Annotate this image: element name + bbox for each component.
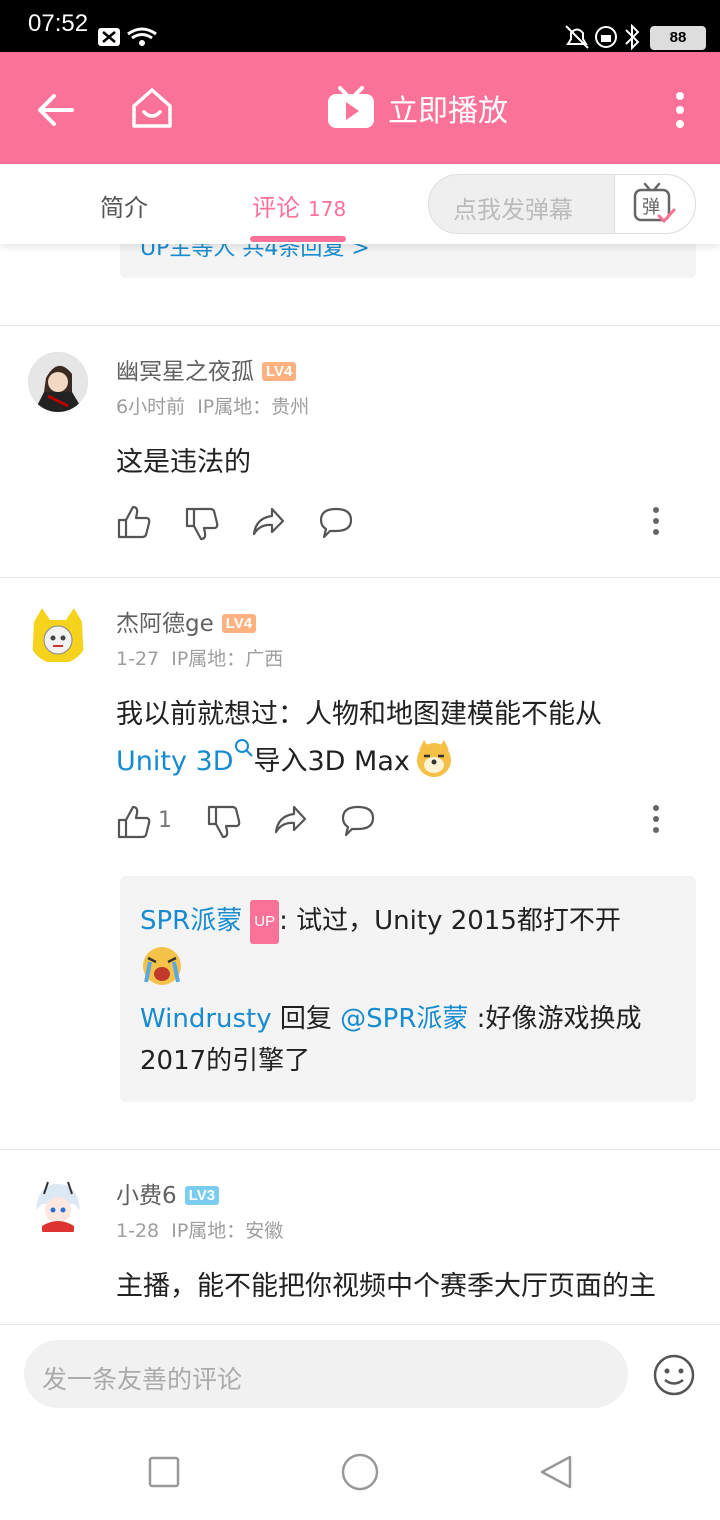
doge-emoji-icon bbox=[416, 740, 451, 777]
reply-username[interactable]: SPR派蒙 bbox=[140, 906, 242, 936]
username[interactable]: 杰阿德ge bbox=[116, 611, 214, 637]
comment-text: 我以前就想过：人物和地图建模能不能从 Unity 3D 导入3D Max bbox=[116, 692, 696, 785]
reply-text-line2: 2017的引擎了 bbox=[140, 1046, 311, 1076]
reply-keyword: 回复 bbox=[271, 1004, 341, 1034]
crying-emoji-wrap bbox=[140, 944, 680, 1001]
comment-time: 6小时前 bbox=[116, 396, 186, 418]
back-arrow-icon[interactable] bbox=[36, 90, 76, 130]
comment-input[interactable]: 发一条友善的评论 bbox=[24, 1340, 628, 1408]
reply-text: :好像游戏换成 bbox=[468, 1004, 642, 1034]
status-bar: 07:52 88 bbox=[0, 0, 720, 52]
comment-text-line1: 我以前就想过：人物和地图建模能不能从 bbox=[116, 699, 602, 730]
status-time: 07:52 bbox=[28, 10, 89, 37]
system-icons bbox=[565, 24, 640, 50]
level-badge: LV3 bbox=[184, 1186, 220, 1205]
divider bbox=[0, 325, 720, 326]
up-badge: UP bbox=[250, 900, 280, 944]
danmaku-tv-icon: 弹 bbox=[633, 182, 676, 224]
tv-play-icon bbox=[328, 86, 374, 128]
reply-icon[interactable] bbox=[340, 802, 376, 838]
comment-time: 1-27 bbox=[116, 648, 160, 670]
emoji-picker-icon[interactable] bbox=[652, 1353, 696, 1397]
ip-location: IP属地：广西 bbox=[171, 648, 284, 670]
avatar[interactable] bbox=[28, 604, 88, 664]
comment-meta: 6小时前 IP属地：贵州 bbox=[116, 392, 309, 419]
keyword-link[interactable]: Unity 3D bbox=[116, 746, 234, 777]
comment-header: 幽冥星之夜孤 LV4 bbox=[116, 352, 297, 386]
comment-input-placeholder: 发一条友善的评论 bbox=[42, 1365, 243, 1394]
share-icon[interactable] bbox=[272, 802, 308, 838]
app-bar: 立即播放 bbox=[0, 52, 720, 164]
ip-location: IP属地：贵州 bbox=[197, 396, 310, 418]
level-badge: LV4 bbox=[262, 362, 297, 381]
system-nav-bar bbox=[0, 1424, 720, 1520]
tab-active-indicator bbox=[250, 236, 346, 242]
comments-count: 178 bbox=[308, 197, 347, 221]
recent-apps-icon[interactable] bbox=[148, 1456, 180, 1488]
reply-icon[interactable] bbox=[318, 504, 354, 540]
comment-text-line2: Unity 3D 导入3D Max bbox=[116, 738, 696, 785]
username[interactable]: 幽冥星之夜孤 bbox=[116, 359, 254, 385]
sub-replies-box[interactable]: SPR派蒙 UP: 试过，Unity 2015都打不开 Windrusty 回复 … bbox=[120, 876, 696, 1102]
comment-time: 1-28 bbox=[116, 1220, 160, 1242]
danmaku-btn-label: 弹 bbox=[642, 197, 660, 218]
more-vertical-icon[interactable] bbox=[668, 90, 692, 130]
comment-header: 小费6 LV3 bbox=[116, 1176, 220, 1210]
avatar[interactable] bbox=[28, 352, 88, 412]
dislike-icon[interactable] bbox=[184, 506, 220, 542]
comment-header: 杰阿德ge LV4 bbox=[116, 604, 257, 638]
home-nav-icon[interactable] bbox=[340, 1452, 380, 1492]
search-icon[interactable] bbox=[234, 738, 254, 762]
tab-comments-label: 评论 bbox=[252, 194, 300, 222]
comment-meta: 1-27 IP属地：广西 bbox=[116, 644, 283, 671]
tab-bar: 简介 评论 178 点我发弹幕 弹 bbox=[0, 164, 720, 244]
divider bbox=[0, 1149, 720, 1150]
divider bbox=[0, 577, 720, 578]
home-icon[interactable] bbox=[130, 86, 174, 130]
avatar-image bbox=[28, 604, 88, 664]
ip-location: IP属地：安徽 bbox=[171, 1220, 284, 1242]
danmaku-toggle-button[interactable]: 弹 bbox=[614, 174, 696, 234]
play-now-title[interactable]: 立即播放 bbox=[388, 86, 508, 130]
comment-text-after-link: 导入3D Max bbox=[253, 746, 410, 777]
avatar-image bbox=[28, 352, 88, 412]
battery-indicator: 88 bbox=[650, 26, 706, 50]
more-options-icon[interactable] bbox=[646, 804, 666, 834]
mention-link[interactable]: @SPR派蒙 bbox=[340, 1004, 468, 1034]
more-options-icon[interactable] bbox=[646, 506, 666, 536]
back-nav-icon[interactable] bbox=[538, 1454, 574, 1490]
tab-comments[interactable]: 评论 178 bbox=[252, 188, 346, 223]
share-icon[interactable] bbox=[250, 504, 286, 540]
comment-text: 主播，能不能把你视频中个赛季大厅页面的主 bbox=[116, 1271, 656, 1302]
reply-username[interactable]: Windrusty bbox=[140, 1004, 272, 1034]
notification-icons bbox=[98, 27, 157, 46]
tab-intro[interactable]: 简介 bbox=[100, 188, 148, 223]
level-badge: LV4 bbox=[221, 614, 257, 633]
sub-reply: SPR派蒙 UP: 试过，Unity 2015都打不开 bbox=[140, 900, 680, 1001]
like-icon[interactable] bbox=[116, 804, 152, 840]
reply-text: : 试过，Unity 2015都打不开 bbox=[279, 906, 621, 936]
comment-compose-bar: 发一条友善的评论 bbox=[0, 1324, 720, 1425]
danmaku-placeholder: 点我发弹幕 bbox=[453, 196, 573, 224]
avatar[interactable] bbox=[28, 1176, 88, 1236]
avatar-image bbox=[28, 1176, 88, 1236]
dislike-icon[interactable] bbox=[206, 804, 242, 840]
sub-reply: Windrusty 回复 @SPR派蒙 :好像游戏换成 2017的引擎了 bbox=[140, 998, 680, 1082]
crying-emoji-icon bbox=[143, 947, 181, 985]
like-icon[interactable] bbox=[116, 504, 152, 540]
like-count: 1 bbox=[158, 808, 172, 833]
comment-text: 这是违法的 bbox=[116, 447, 251, 478]
comment-meta: 1-28 IP属地：安徽 bbox=[116, 1216, 283, 1243]
username[interactable]: 小费6 bbox=[116, 1183, 177, 1209]
